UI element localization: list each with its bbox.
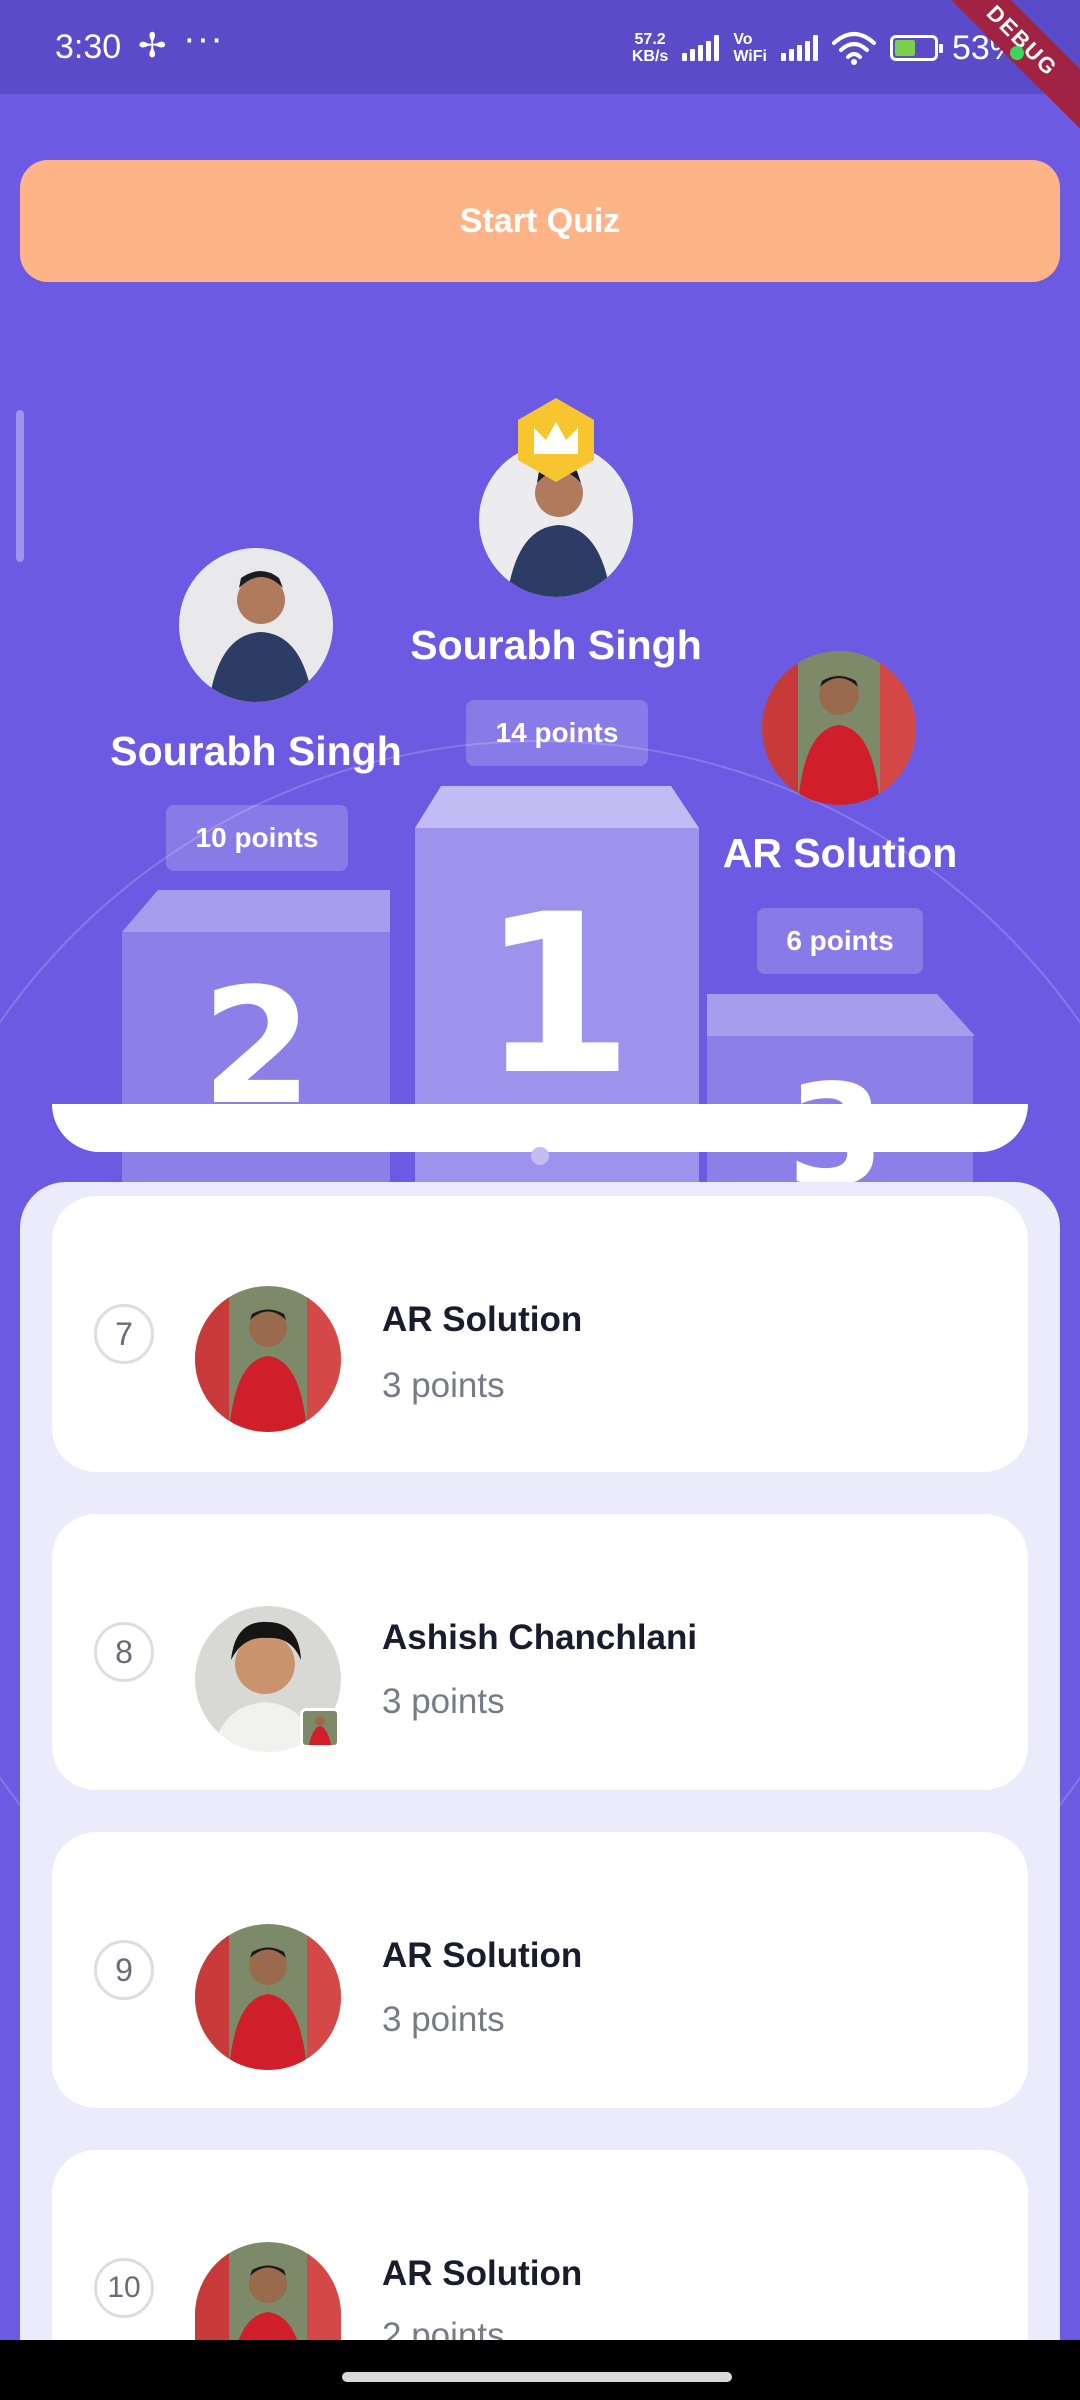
vo-label: Vo <box>733 31 753 48</box>
signal-icon <box>682 35 720 61</box>
drag-handle[interactable] <box>531 1147 549 1165</box>
leaderboard-screen: 3:30 ✢ ··· 57.2 KB/s Vo WiFi 53% DEBUG S… <box>0 0 1080 2340</box>
crown-icon <box>518 398 594 482</box>
start-quiz-button[interactable]: Start Quiz <box>20 160 1060 282</box>
status-dot <box>1010 46 1024 60</box>
debug-banner: DEBUG <box>922 0 1080 141</box>
wifi-icon <box>831 32 876 65</box>
fan-icon: ✢ <box>138 27 167 65</box>
rank-badge: 9 <box>94 1940 154 2000</box>
signal-icon <box>780 35 818 61</box>
list-item[interactable]: 9 AR Solution 3 points <box>52 1832 1028 2108</box>
list-item[interactable]: 10 AR Solution 2 points <box>52 2150 1028 2340</box>
points-third: 6 points <box>757 908 923 974</box>
status-icons: 57.2 KB/s Vo WiFi 53% <box>632 26 1020 70</box>
status-time: 3:30 <box>55 28 122 66</box>
player-points: 3 points <box>382 1682 505 1721</box>
more-icon: ··· <box>183 18 224 60</box>
scroll-indicator[interactable] <box>16 410 24 562</box>
player-name: AR Solution <box>382 1936 583 1975</box>
avatar <box>195 2242 341 2340</box>
rank-badge: 8 <box>94 1622 154 1682</box>
name-first: Sourabh Singh <box>410 622 702 668</box>
gesture-bar[interactable] <box>342 2372 732 2382</box>
name-second: Sourabh Singh <box>110 728 402 774</box>
list-item[interactable]: 8 Ashish Chanchlani 3 points <box>52 1514 1028 1790</box>
wifi-label: WiFi <box>733 48 767 65</box>
points-first: 14 points <box>466 700 648 766</box>
player-points: 3 points <box>382 1366 505 1405</box>
status-bar: 3:30 ✢ ··· 57.2 KB/s Vo WiFi 53% DEBUG <box>0 0 1080 141</box>
podium-base <box>52 1104 1028 1152</box>
name-third: AR Solution <box>722 830 958 876</box>
network-speed: 57.2 KB/s <box>632 31 668 65</box>
avatar <box>195 1286 341 1432</box>
list-item[interactable]: 7 AR Solution 3 points <box>52 1196 1028 1472</box>
rank-badge: 7 <box>94 1304 154 1364</box>
player-name: Ashish Chanchlani <box>382 1618 698 1657</box>
speed-value: 57.2 <box>634 31 666 48</box>
rank-badge: 10 <box>94 2258 154 2318</box>
player-points: 3 points <box>382 2000 505 2039</box>
avatar-third[interactable] <box>762 651 916 805</box>
player-points: 2 points <box>382 2316 505 2340</box>
avatar-second[interactable] <box>179 548 333 702</box>
points-second: 10 points <box>166 805 348 871</box>
small-avatar-badge <box>300 1708 340 1748</box>
avatar <box>195 1924 341 2070</box>
speed-unit: KB/s <box>631 48 669 65</box>
player-name: AR Solution <box>382 2254 583 2293</box>
player-name: AR Solution <box>382 1300 583 1339</box>
vowifi-indicator: Vo WiFi <box>733 31 767 65</box>
battery-icon <box>889 35 943 61</box>
podium-rank-first: 1 <box>480 867 634 1123</box>
